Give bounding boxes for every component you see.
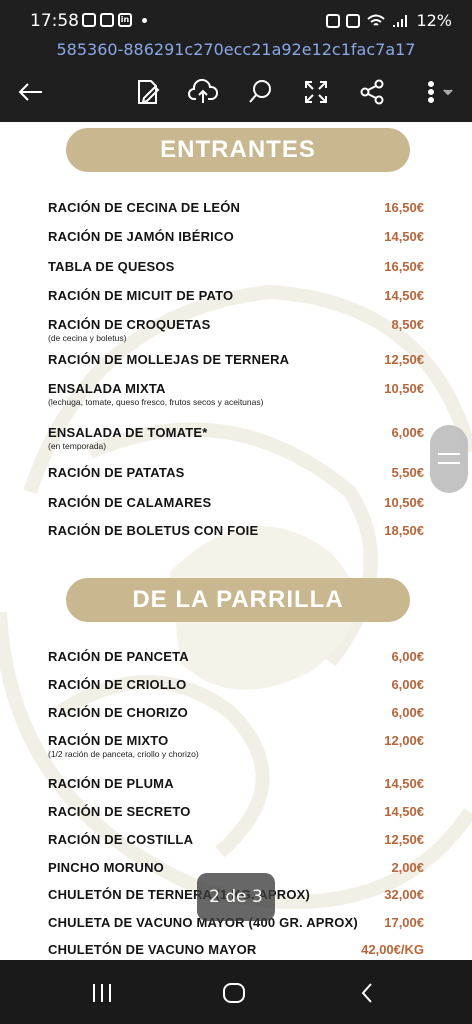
home-icon[interactable] <box>219 980 249 1006</box>
menu-item: RACIÓN DE CROQUETAS (de cecina y boletus… <box>48 317 428 343</box>
item-price: 32,00€ <box>384 887 424 902</box>
item-name: RACIÓN DE COSTILLA <box>48 832 194 847</box>
fullscreen-icon[interactable] <box>298 74 334 110</box>
menu-item: RACIÓN DE MICUIT DE PATO 14,50€ <box>48 288 428 303</box>
recent-apps-icon[interactable] <box>87 980 117 1006</box>
item-price: 16,50€ <box>384 200 424 215</box>
menu-item: RACIÓN DE CHORIZO 6,00€ <box>48 705 428 720</box>
search-icon[interactable] <box>242 74 278 110</box>
item-name: RACIÓN DE CALAMARES <box>48 495 212 510</box>
document-title: 585360-886291c270ecc21a92e12c1fac7a17 <box>56 40 416 59</box>
menu-item: RACIÓN DE COSTILLA 12,50€ <box>48 832 428 847</box>
item-name: RACIÓN DE MIXTO <box>48 733 169 748</box>
item-note: (de cecina y boletus) <box>48 333 127 343</box>
menu-item: RACIÓN DE PANCETA 6,00€ <box>48 649 428 664</box>
item-note: (lechuga, tomate, queso fresco, frutos s… <box>48 397 264 407</box>
item-name: TABLA DE QUESOS <box>48 259 175 274</box>
cloud-upload-icon[interactable] <box>185 74 221 110</box>
item-name: RACIÓN DE CECINA DE LEÓN <box>48 200 241 215</box>
back-nav-icon[interactable] <box>352 980 382 1006</box>
n-icon <box>346 13 361 28</box>
system-icons: 12% <box>326 11 452 30</box>
item-price: 6,00€ <box>391 705 424 720</box>
item-price: 10,50€ <box>384 381 424 396</box>
menu-item: CHULETÓN DE VACUNO MAYOR 42,00€/KG <box>48 942 428 957</box>
item-name: RACIÓN DE MOLLEJAS DE TERNERA <box>48 352 290 367</box>
item-price: 14,50€ <box>384 804 424 819</box>
item-price: 8,50€ <box>391 317 424 332</box>
item-name: RACIÓN DE CROQUETAS <box>48 317 211 332</box>
item-name: RACIÓN DE MICUIT DE PATO <box>48 288 234 303</box>
menu-item: RACIÓN DE PLUMA 14,50€ <box>48 776 428 791</box>
menu-item: RACIÓN DE CECINA DE LEÓN 16,50€ <box>48 200 428 215</box>
share-icon[interactable] <box>354 74 390 110</box>
item-name: RACIÓN DE CRIOLLO <box>48 677 187 692</box>
edit-icon[interactable] <box>130 74 166 110</box>
section-title-parrilla: DE LA PARRILLA <box>66 578 410 622</box>
item-name: RACIÓN DE CHORIZO <box>48 705 188 720</box>
more-icon[interactable] <box>416 74 460 110</box>
item-price: 5,50€ <box>391 465 424 480</box>
menu-item: RACIÓN DE CALAMARES 10,50€ <box>48 495 428 510</box>
document-page[interactable]: ENTRANTES RACIÓN DE CECINA DE LEÓN 16,50… <box>0 122 472 960</box>
item-name: RACIÓN DE BOLETUS CON FOIE <box>48 523 259 538</box>
item-price: 12,50€ <box>384 832 424 847</box>
item-name: RACIÓN DE PATATAS <box>48 465 185 480</box>
toolbar-actions <box>0 74 472 114</box>
item-price: 14,50€ <box>384 229 424 244</box>
item-note: (en temporada) <box>48 441 107 451</box>
item-price: 16,50€ <box>384 259 424 274</box>
item-name: RACIÓN DE PLUMA <box>48 776 174 791</box>
item-price: 14,50€ <box>384 288 424 303</box>
item-price: 14,50€ <box>384 776 424 791</box>
item-name: RACIÓN DE SECRETO <box>48 804 191 819</box>
item-price: 42,00€/KG <box>361 942 424 957</box>
wifi-icon <box>367 14 386 26</box>
item-note: (1/2 ración de panceta, criollo y choriz… <box>48 749 199 759</box>
menu-item: RACIÓN DE PATATAS 5,50€ <box>48 465 428 480</box>
notification-icon <box>82 13 96 27</box>
notification-icons: in <box>82 13 147 27</box>
item-price: 10,50€ <box>384 495 424 510</box>
linkedin-icon: in <box>118 13 132 27</box>
more-notifications-icon <box>142 17 147 23</box>
item-name: RACIÓN DE JAMÓN IBÉRICO <box>48 229 234 244</box>
menu-item: RACIÓN DE JAMÓN IBÉRICO 14,50€ <box>48 229 428 244</box>
menu-item: RACIÓN DE MIXTO (1/2 ración de panceta, … <box>48 733 428 759</box>
status-bar: 17:58 in 12% <box>0 0 472 40</box>
item-price: 2,00€ <box>391 860 424 875</box>
menu-item: RACIÓN DE MOLLEJAS DE TERNERA 12,50€ <box>48 352 428 367</box>
item-price: 18,50€ <box>384 523 424 538</box>
signal-icon <box>393 14 408 27</box>
nfc-icon <box>326 13 341 28</box>
item-name: ENSALADA MIXTA <box>48 381 166 396</box>
menu-item: RACIÓN DE BOLETUS CON FOIE 18,50€ <box>48 523 428 538</box>
item-price: 12,00€ <box>384 733 424 748</box>
item-name: ENSALADA DE TOMATE* <box>48 425 208 440</box>
system-nav-bar <box>0 960 472 1024</box>
app-toolbar: 585360-886291c270ecc21a92e12c1fac7a17 <box>0 40 472 122</box>
item-price: 6,00€ <box>391 425 424 440</box>
item-price: 6,00€ <box>391 649 424 664</box>
notification-icon <box>100 13 114 27</box>
page-indicator: 2 de 3 <box>197 873 275 921</box>
battery-level: 12% <box>416 11 452 30</box>
item-price: 12,50€ <box>384 352 424 367</box>
menu-item: ENSALADA DE TOMATE* (en temporada) 6,00€ <box>48 425 428 451</box>
menu-item: RACIÓN DE SECRETO 14,50€ <box>48 804 428 819</box>
item-name: RACIÓN DE PANCETA <box>48 649 189 664</box>
status-time: 17:58 <box>30 11 79 31</box>
section-title-entrantes: ENTRANTES <box>66 128 410 172</box>
menu-item: RACIÓN DE CRIOLLO 6,00€ <box>48 677 428 692</box>
item-price: 17,00€ <box>384 915 424 930</box>
fast-scroll-handle[interactable] <box>430 425 468 493</box>
item-price: 6,00€ <box>391 677 424 692</box>
back-arrow-icon[interactable] <box>12 74 48 110</box>
menu-item: TABLA DE QUESOS 16,50€ <box>48 259 428 274</box>
menu-item: ENSALADA MIXTA (lechuga, tomate, queso f… <box>48 381 428 407</box>
